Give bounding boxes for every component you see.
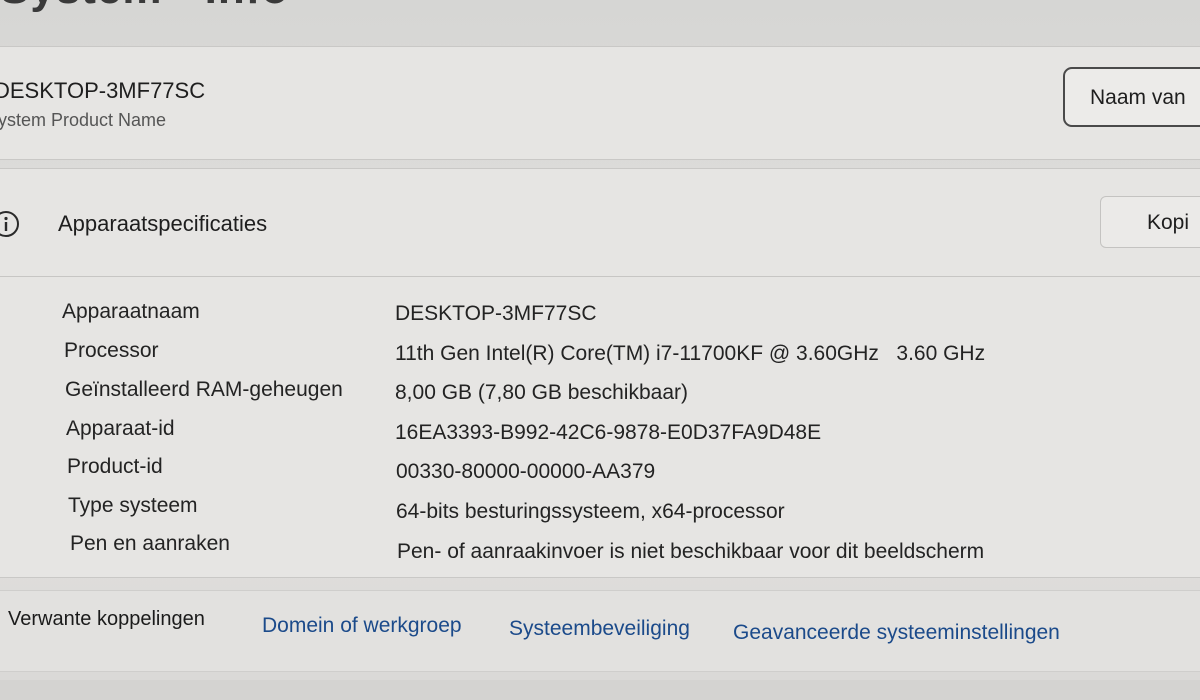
spec-value: Pen- of aanraakinvoer is niet beschikbaa… (397, 540, 985, 563)
domain-workgroup-link[interactable]: Domein of werkgroep (262, 614, 462, 638)
related-links-heading: Verwante koppelingen (8, 608, 205, 630)
rename-pc-button[interactable]: Naam van (1063, 67, 1200, 127)
spec-label: Geïnstalleerd RAM-geheugen (65, 378, 343, 401)
spec-value: 16EA3393-B992-42C6-9878-E0D37FA9D48E (395, 421, 822, 444)
specs-divider (0, 276, 1200, 277)
system-protection-link[interactable]: Systeembeveiliging (509, 617, 690, 641)
settings-window: System - Info DESKTOP-3MF77SC ystem Prod… (0, 0, 1200, 700)
spec-label: Apparaat-id (66, 417, 175, 440)
spec-label: Pen en aanraken (70, 532, 230, 555)
spec-value: 8,00 GB (7,80 GB beschikbaar) (395, 381, 688, 404)
advanced-system-settings-link[interactable]: Geavanceerde systeeminstellingen (733, 621, 1060, 645)
page-heading: System - Info (0, 0, 289, 14)
spec-label: Product-id (67, 455, 163, 478)
spec-value: 00330-80000-00000-AA379 (396, 460, 656, 483)
info-icon (0, 211, 19, 237)
copy-button[interactable]: Kopi (1100, 196, 1200, 248)
specifications-title: Apparaatspecificaties (58, 211, 268, 236)
spec-value: 11th Gen Intel(R) Core(TM) i7-11700KF @ … (395, 342, 986, 365)
spec-label: Apparaatnaam (62, 300, 200, 323)
product-name: ystem Product Name (0, 110, 167, 130)
spec-value: DESKTOP-3MF77SC (395, 302, 597, 325)
bottom-strip (0, 680, 1200, 700)
spec-value: 64-bits besturingssysteem, x64-processor (396, 500, 785, 523)
spec-label: Type systeem (68, 494, 198, 517)
device-name: DESKTOP-3MF77SC (0, 78, 206, 103)
spec-label: Processor (64, 339, 159, 362)
